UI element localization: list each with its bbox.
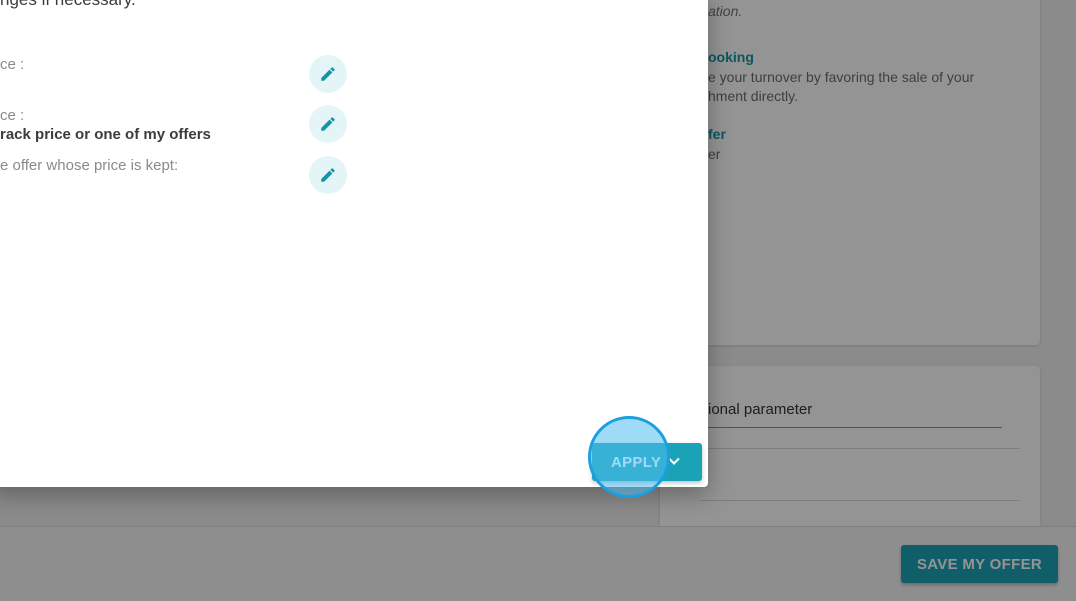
edit-dialog: nges if necessary. ce : ce : rack price …	[0, 0, 708, 487]
row-3-label: e offer whose price is kept:	[0, 157, 179, 174]
apply-button-label: APPLY	[611, 453, 662, 471]
row-1-label: ce :	[0, 56, 25, 73]
edit-row-1-button[interactable]	[309, 55, 347, 93]
apply-button[interactable]: APPLY	[592, 443, 702, 481]
edit-row-3-button[interactable]	[309, 156, 347, 194]
pencil-icon	[321, 168, 335, 182]
pencil-icon	[321, 67, 335, 81]
edit-row-2-button[interactable]	[309, 105, 347, 143]
row-2-value: rack price or one of my offers	[0, 126, 211, 143]
chevron-down-icon	[668, 453, 680, 465]
row-2-label: ce :	[0, 107, 25, 124]
dialog-intro-text: nges if necessary.	[0, 0, 136, 10]
pencil-icon	[321, 117, 335, 131]
